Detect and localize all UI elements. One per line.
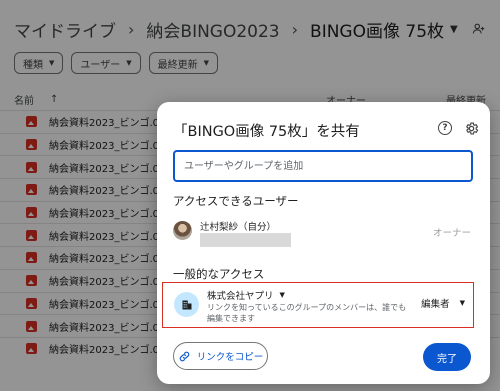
general-access-role: 編集者 <box>421 299 450 310</box>
building-icon <box>174 292 199 317</box>
copy-link-label: リンクをコピー <box>196 352 264 363</box>
general-access-scope-select[interactable]: 株式会社ヤプリ ▼ <box>207 288 285 302</box>
access-users-heading: アクセスできるユーザー <box>173 194 299 208</box>
caret-down-icon: ▼ <box>279 291 285 299</box>
general-access-row: 株式会社ヤプリ ▼ リンクを知っているこのグループのメンバーは、誰でも編集できま… <box>162 282 474 328</box>
gear-icon[interactable] <box>463 120 479 136</box>
general-access-heading: 一般的なアクセス <box>173 267 265 281</box>
dialog-title: 「BINGO画像 75枚」を共有 <box>173 124 360 140</box>
help-icon[interactable]: ? <box>438 121 452 135</box>
done-button[interactable]: 完了 <box>423 343 471 371</box>
caret-down-icon: ▼ <box>459 299 465 307</box>
redacted-email <box>200 233 291 247</box>
add-people-input[interactable] <box>173 150 473 182</box>
avatar <box>173 221 192 240</box>
user-role-label: オーナー <box>432 228 471 239</box>
general-access-description: リンクを知っているこのグループのメンバーは、誰でも編集できます <box>207 303 407 323</box>
link-icon <box>179 351 190 361</box>
general-access-role-select[interactable]: 編集者 ▼ <box>421 296 465 310</box>
share-dialog: 「BINGO画像 75枚」を共有 ? アクセスできるユーザー 辻村梨紗（自分） … <box>157 102 490 384</box>
user-row: 辻村梨紗（自分） オーナー <box>173 219 473 249</box>
general-access-scope: 株式会社ヤプリ <box>207 291 274 302</box>
copy-link-button[interactable]: リンクをコピー <box>173 342 268 370</box>
user-name: 辻村梨紗（自分） <box>200 222 277 233</box>
